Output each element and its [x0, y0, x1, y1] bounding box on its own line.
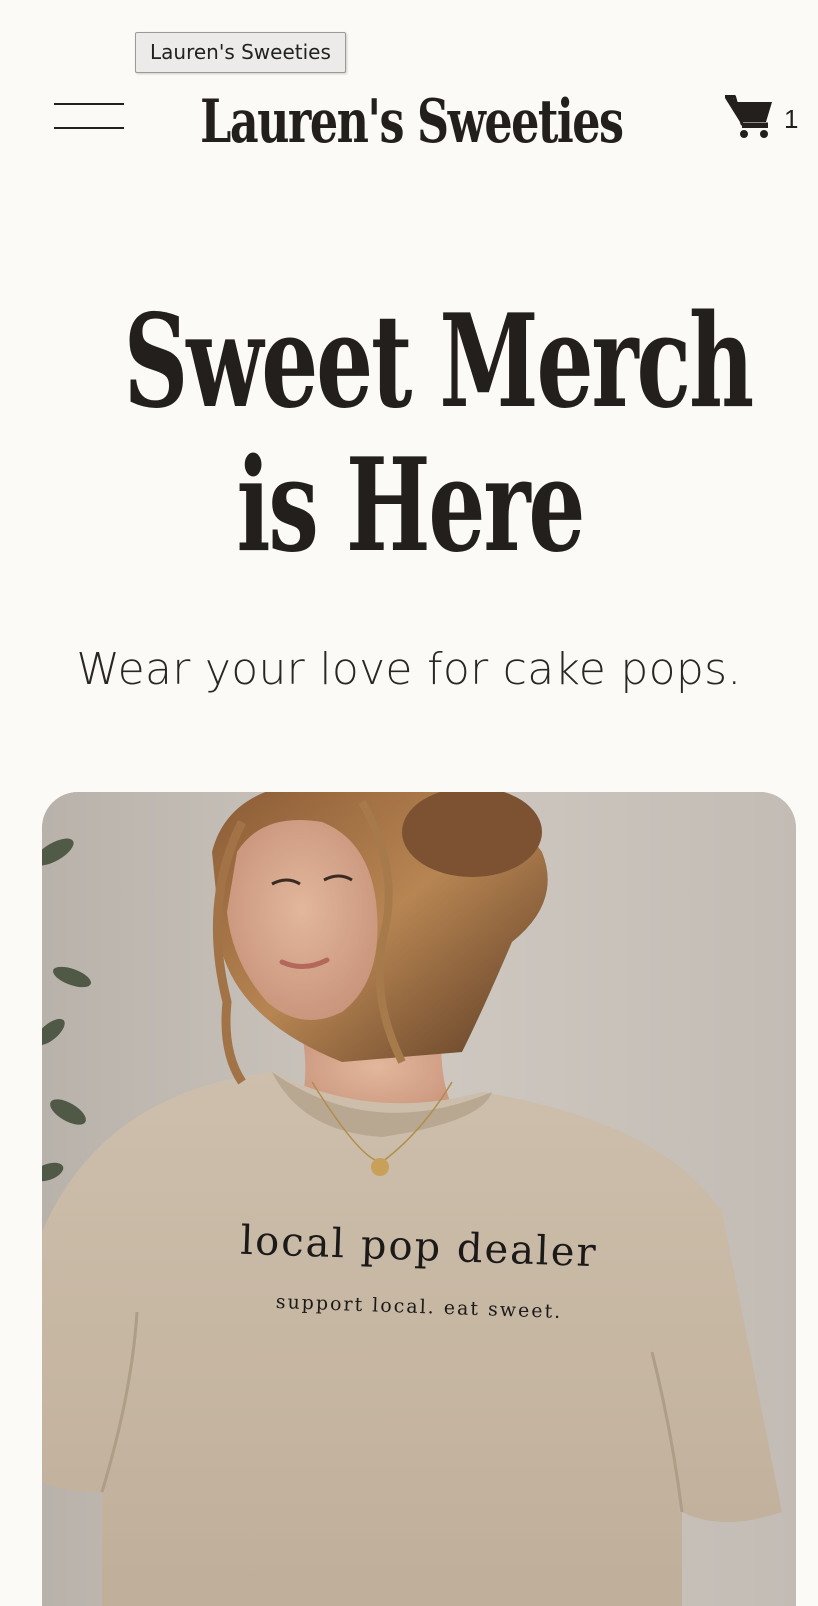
hero-heading: Sweet Merch is Here [123, 287, 755, 581]
page: Lauren's Sweeties Lauren's Sweeties 1 Sw… [0, 0, 818, 1606]
model-wearing-shirt-illustration [42, 792, 796, 1606]
hero-heading-line-2: is Here [236, 431, 585, 581]
site-header: Lauren's Sweeties 1 [0, 80, 818, 164]
cart-button[interactable]: 1 [720, 94, 806, 146]
cart-count-badge: 1 [784, 104, 799, 134]
hero-subheading: Wear your love for cake pops. [76, 644, 742, 695]
shopping-cart-icon [725, 95, 772, 138]
hero-product-photo: local pop dealer support local. eat swee… [42, 792, 796, 1606]
site-title-link[interactable]: Lauren's Sweeties [109, 80, 714, 164]
site-title-tooltip: Lauren's Sweeties [135, 32, 346, 73]
hero-heading-line-1: Sweet Merch [123, 287, 755, 437]
